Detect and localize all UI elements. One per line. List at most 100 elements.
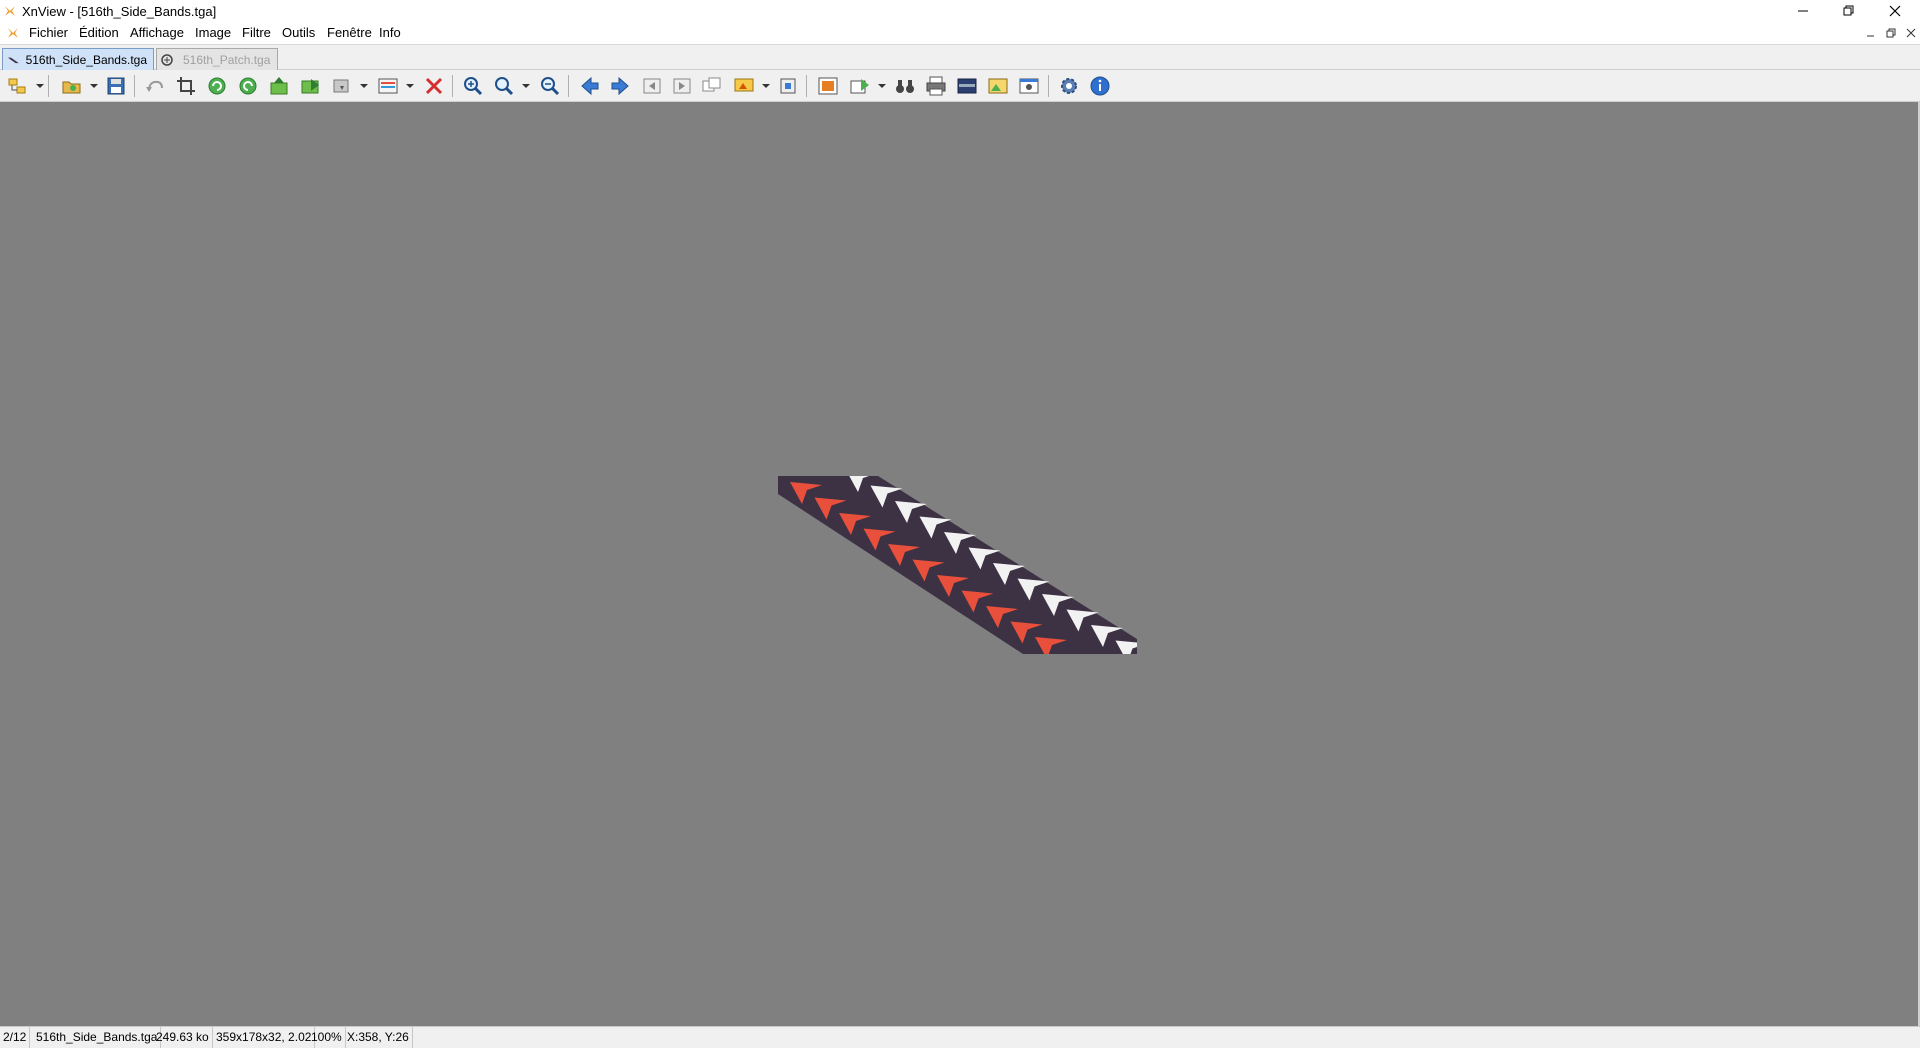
close-button[interactable] — [1872, 0, 1918, 22]
previous-icon — [581, 76, 599, 96]
next-button[interactable] — [608, 74, 632, 98]
status-position: 2/12 — [0, 1027, 31, 1048]
side-bands-image — [778, 476, 1137, 654]
zoom-in-icon — [464, 77, 483, 96]
chevron-down-icon[interactable] — [878, 82, 886, 90]
status-filename: 516th_Side_Bands.tga — [33, 1027, 162, 1048]
export-icon — [850, 79, 869, 94]
resize-icon — [780, 78, 796, 94]
convert-icon — [333, 79, 349, 93]
capture-icon — [1019, 78, 1039, 94]
mdi-close-icon[interactable] — [1904, 26, 1918, 40]
chevron-down-icon[interactable] — [762, 82, 770, 90]
chevron-down-icon[interactable] — [522, 82, 530, 90]
info-button[interactable] — [1088, 74, 1112, 98]
save-icon — [107, 77, 125, 95]
fullscreen-icon — [818, 77, 838, 95]
open-icon — [62, 81, 81, 94]
settings-button[interactable] — [1057, 74, 1081, 98]
gear-icon — [1061, 78, 1077, 94]
undo-button[interactable] — [143, 74, 167, 98]
convert-button[interactable] — [330, 74, 354, 98]
zoom-out-button[interactable] — [538, 74, 562, 98]
status-dimensions: 359x178x32, 2.02 — [213, 1027, 316, 1048]
minimize-button[interactable] — [1780, 0, 1826, 22]
flip-vertical-button[interactable] — [267, 74, 291, 98]
adjust-button[interactable] — [376, 74, 400, 98]
browser-button[interactable] — [6, 74, 30, 98]
delete-button[interactable] — [422, 74, 446, 98]
chevron-down-icon[interactable] — [406, 82, 414, 90]
title-bar: XnView - [516th_Side_Bands.tga] — [0, 0, 1920, 22]
tab-516th-patch[interactable]: 516th_Patch.tga — [156, 48, 278, 70]
status-zoom: 100% — [308, 1027, 346, 1048]
menu-fenetre[interactable]: Fenêtre — [327, 25, 372, 40]
search-button[interactable] — [893, 74, 917, 98]
open-button[interactable] — [60, 74, 84, 98]
print-icon — [926, 76, 946, 96]
chevron-down-icon[interactable] — [36, 82, 44, 90]
binoculars-icon — [896, 80, 914, 93]
toolbar-separator — [806, 75, 807, 97]
wallpaper-icon — [988, 78, 1008, 94]
slideshow-button[interactable] — [732, 74, 756, 98]
mdi-app-icon[interactable] — [6, 26, 20, 40]
restore-button[interactable] — [1826, 0, 1872, 22]
windows-icon — [702, 77, 721, 92]
toolbar-separator — [48, 75, 49, 97]
scanner-icon — [957, 78, 977, 94]
chevron-down-icon[interactable] — [90, 82, 98, 90]
menu-affichage[interactable]: Affichage — [130, 25, 184, 40]
crop-button[interactable] — [174, 74, 198, 98]
capture-button[interactable] — [1017, 74, 1041, 98]
toolbar-separator — [452, 75, 453, 97]
windows-button[interactable] — [700, 74, 724, 98]
zoom-in-button[interactable] — [461, 74, 485, 98]
last-button[interactable] — [670, 74, 694, 98]
flip-vertical-icon — [270, 77, 288, 95]
zoom-options-button[interactable] — [492, 74, 516, 98]
rotate-right-icon — [239, 77, 257, 95]
delete-icon — [425, 77, 443, 95]
print-button[interactable] — [924, 74, 948, 98]
crop-icon — [177, 77, 195, 95]
menu-filtre[interactable]: Filtre — [242, 25, 271, 40]
mdi-restore-icon[interactable] — [1884, 26, 1898, 40]
rotate-left-icon — [208, 77, 226, 95]
menu-image[interactable]: Image — [195, 25, 231, 40]
first-button[interactable] — [640, 74, 664, 98]
previous-button[interactable] — [578, 74, 602, 98]
zoom-options-icon — [495, 77, 514, 96]
main-toolbar — [0, 70, 1920, 102]
menu-edition[interactable]: Édition — [79, 25, 119, 40]
export-button[interactable] — [848, 74, 872, 98]
first-icon — [643, 78, 661, 94]
xnview-logo-icon — [5, 6, 15, 16]
close-icon — [1889, 5, 1901, 17]
window-title: XnView - [516th_Side_Bands.tga] — [22, 4, 217, 19]
status-cursor: X:358, Y:26 — [344, 1027, 413, 1048]
scanner-button[interactable] — [955, 74, 979, 98]
menu-fichier[interactable]: Fichier — [29, 25, 68, 40]
menu-outils[interactable]: Outils — [282, 25, 315, 40]
browser-icon — [8, 78, 26, 94]
tab-516th-side-bands[interactable]: 516th_Side_Bands.tga — [2, 48, 154, 70]
rotate-left-button[interactable] — [205, 74, 229, 98]
status-bar: 2/12 516th_Side_Bands.tga 249.63 ko 359x… — [0, 1026, 1920, 1048]
wallpaper-button[interactable] — [986, 74, 1010, 98]
undo-icon — [146, 80, 163, 92]
rotate-right-button[interactable] — [236, 74, 260, 98]
menu-info[interactable]: Info — [379, 25, 401, 40]
fullscreen-button[interactable] — [816, 74, 840, 98]
resize-button[interactable] — [776, 74, 800, 98]
next-icon — [611, 76, 629, 96]
toolbar-separator — [1048, 75, 1049, 97]
tab-label: 516th_Patch.tga — [183, 52, 271, 67]
mdi-minimize-icon[interactable] — [1864, 26, 1878, 40]
status-filesize: 249.63 ko — [153, 1027, 213, 1048]
tab-label: 516th_Side_Bands.tga — [25, 52, 147, 67]
chevron-down-icon[interactable] — [360, 82, 368, 90]
adjust-icon — [378, 78, 398, 94]
save-button[interactable] — [104, 74, 128, 98]
flip-horizontal-button[interactable] — [298, 74, 322, 98]
